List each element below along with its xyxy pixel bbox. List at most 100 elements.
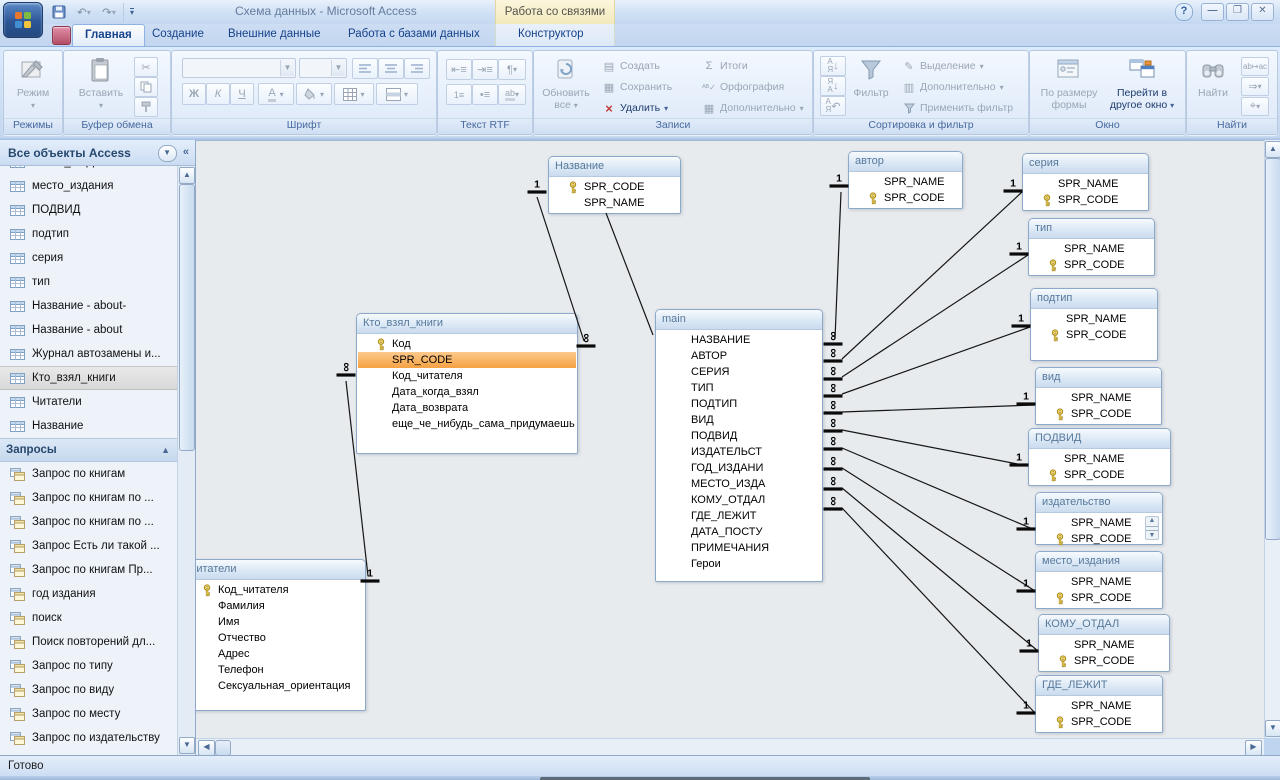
field-row-Фамилия[interactable]: Фамилия — [196, 598, 364, 614]
navigation-pane-header[interactable]: Все объекты Access ▼ « — [0, 140, 195, 166]
nav-item-table[interactable]: КОМУ_ОТДАЛ — [0, 166, 178, 174]
nav-item-table[interactable]: Читатели — [0, 390, 178, 414]
nav-menu-dropdown-icon[interactable]: ▼ — [158, 145, 177, 162]
field-row-ТИП[interactable]: ТИП — [657, 380, 821, 396]
nav-item-table[interactable]: ПОДВИД — [0, 198, 178, 222]
nav-scrollbar[interactable]: ▲ ▼ — [177, 166, 195, 755]
field-row-SPR_NAME[interactable]: SPR_NAME — [1037, 574, 1161, 590]
field-row-SPR_CODE[interactable]: SPR_CODE — [1037, 406, 1160, 422]
diagram-table-Кто_взял_книги[interactable]: Кто_взял_книгиКодSPR_CODEКод_читателяДат… — [356, 313, 578, 454]
minimize-button[interactable]: — — [1201, 3, 1224, 21]
field-row-SPR_CODE[interactable]: SPR_CODE — [550, 179, 679, 195]
selection-button[interactable]: ✎Выделение▾ — [902, 57, 984, 75]
field-scroll-down-icon[interactable]: ▼ — [1146, 532, 1158, 539]
size-to-fit-form-button[interactable]: По размеру формы — [1038, 55, 1100, 111]
field-row-Телефон[interactable]: Телефон — [196, 662, 364, 678]
switch-windows-button[interactable]: Перейти в другое окно ▾ — [1108, 55, 1176, 111]
totals-button[interactable]: ΣИтоги — [702, 57, 748, 75]
diagram-table-Название[interactable]: НазваниеSPR_CODESPR_NAME — [548, 156, 681, 214]
nav-section-queries[interactable]: Запросы▲ — [0, 438, 178, 462]
field-row-SPR_NAME[interactable]: SPR_NAME — [1024, 176, 1147, 192]
diagram-table-title[interactable]: ПОДВИД — [1029, 429, 1170, 449]
nav-item-table[interactable]: Название — [0, 414, 178, 438]
more-records-button[interactable]: ▦Дополнительно▾ — [702, 99, 804, 117]
nav-item-query[interactable]: Запрос по типу — [0, 654, 178, 678]
field-row-ДАТА_ПОСТУ[interactable]: ДАТА_ПОСТУ — [657, 524, 821, 540]
field-row-Имя[interactable]: Имя — [196, 614, 364, 630]
field-row-SPR_NAME[interactable]: SPR_NAME — [550, 195, 679, 211]
view-button[interactable]: Режим▾ — [8, 55, 58, 111]
sort-ascending-button[interactable]: АЯ↓ — [820, 56, 846, 76]
diagram-table-серия[interactable]: серияSPR_NAMESPR_CODE — [1022, 153, 1149, 211]
undo-button[interactable]: ↶▾ — [73, 3, 95, 22]
diagram-table-издательство[interactable]: издательствоSPR_NAMESPR_CODE▲▼ — [1035, 492, 1163, 545]
field-row-ГДЕ_ЛЕЖИТ[interactable]: ГДЕ_ЛЕЖИТ — [657, 508, 821, 524]
canvas-scroll-left-icon[interactable]: ◀ — [198, 740, 215, 756]
field-row-SPR_NAME[interactable]: SPR_NAME — [1030, 451, 1169, 467]
field-row-Код_читателя[interactable]: Код_читателя — [358, 368, 576, 384]
field-row-SPR_CODE[interactable]: SPR_CODE — [1030, 257, 1153, 273]
field-row-Дата_возврата[interactable]: Дата_возврата — [358, 400, 576, 416]
nav-scroll-thumb[interactable] — [179, 184, 195, 451]
diagram-table-title[interactable]: серия — [1023, 154, 1148, 174]
nav-item-table[interactable]: место_издания — [0, 174, 178, 198]
canvas-vscroll-thumb[interactable] — [1265, 158, 1280, 540]
sort-descending-button[interactable]: ЯА↓ — [820, 76, 846, 96]
gridlines-button[interactable]: ▾ — [334, 83, 374, 105]
nav-item-query[interactable]: год издания — [0, 582, 178, 606]
increase-indent-button[interactable]: ⇥≡ — [472, 59, 498, 80]
nav-scroll-down-icon[interactable]: ▼ — [179, 737, 195, 754]
field-row-Дата_когда_взял[interactable]: Дата_когда_взял — [358, 384, 576, 400]
nav-item-query[interactable]: Запрос по книгам Пр... — [0, 558, 178, 582]
text-highlight-button[interactable]: ab▾ — [498, 84, 526, 105]
alternate-row-color-button[interactable]: ▾ — [376, 83, 418, 105]
copy-button[interactable] — [134, 77, 158, 97]
field-row-SPR_NAME[interactable]: SPR_NAME — [1030, 241, 1153, 257]
clear-sort-button[interactable]: АЯ↶ — [820, 96, 846, 116]
italic-button[interactable]: К — [206, 83, 230, 105]
field-row-Код_читателя[interactable]: Код_читателя — [196, 582, 364, 598]
tab-create[interactable]: Создание — [140, 24, 216, 45]
diagram-table-main[interactable]: mainНАЗВАНИЕАВТОРСЕРИЯТИППОДТИПВИДПОДВИД… — [655, 309, 823, 582]
nav-item-table[interactable]: Журнал автозамены и... — [0, 342, 178, 366]
new-record-button[interactable]: ▤Создать — [602, 57, 660, 75]
canvas-vertical-scrollbar[interactable]: ▲ ▼ — [1264, 140, 1280, 738]
format-painter-button[interactable] — [134, 97, 158, 117]
field-row-SPR_NAME[interactable]: SPR_NAME — [1037, 390, 1160, 406]
bullet-list-button[interactable]: •≡ — [472, 84, 498, 105]
diagram-table-title[interactable]: КОМУ_ОТДАЛ — [1039, 615, 1169, 635]
field-row-SPR_NAME[interactable]: SPR_NAME — [1037, 698, 1161, 714]
field-row-Адрес[interactable]: Адрес — [196, 646, 364, 662]
refresh-all-button[interactable]: Обновить все ▾ — [539, 55, 593, 111]
nav-item-table[interactable]: тип — [0, 270, 178, 294]
nav-item-table[interactable]: подтип — [0, 222, 178, 246]
diagram-table-Читатели[interactable]: ЧитателиКод_читателяФамилияИмяОтчествоАд… — [196, 559, 366, 711]
diagram-table-title[interactable]: издательство — [1036, 493, 1162, 513]
diagram-table-title[interactable]: место_издания — [1036, 552, 1162, 572]
relationships-canvas[interactable]: НазваниеSPR_CODESPR_NAMEавторSPR_NAMESPR… — [196, 140, 1264, 738]
font-name-combobox[interactable]: ▼ — [182, 58, 296, 78]
canvas-scroll-up-icon[interactable]: ▲ — [1265, 141, 1280, 158]
replace-button[interactable]: ab↦ac — [1241, 57, 1269, 76]
diagram-table-тип[interactable]: тип SPR_NAMESPR_CODE — [1028, 218, 1155, 276]
nav-scroll-up-icon[interactable]: ▲ — [179, 167, 195, 184]
cut-button[interactable]: ✂ — [134, 57, 158, 77]
office-button[interactable] — [3, 2, 43, 38]
field-row-SPR_CODE[interactable]: SPR_CODE — [1032, 327, 1156, 343]
field-row-НАЗВАНИЕ[interactable]: НАЗВАНИЕ — [657, 332, 821, 348]
field-row-ПОДТИП[interactable]: ПОДТИП — [657, 396, 821, 412]
field-row-SPR_CODE[interactable]: SPR_CODE — [1030, 467, 1169, 483]
align-center-button[interactable] — [378, 58, 404, 79]
field-row-SPR_CODE[interactable]: SPR_CODE — [358, 352, 576, 368]
field-row-МЕСТО_ИЗДА[interactable]: МЕСТО_ИЗДА — [657, 476, 821, 492]
diagram-table-title[interactable]: вид — [1036, 368, 1161, 388]
delete-record-button[interactable]: ×Удалить▾ — [602, 99, 668, 117]
field-row-Отчество[interactable]: Отчество — [196, 630, 364, 646]
diagram-table-title[interactable]: тип — [1029, 219, 1154, 239]
field-row-Герои[interactable]: Герои — [657, 556, 821, 572]
find-button[interactable]: Найти — [1191, 55, 1235, 100]
canvas-scroll-down-icon[interactable]: ▼ — [1265, 720, 1280, 737]
font-color-button[interactable]: А▾ — [258, 83, 294, 105]
align-right-button[interactable] — [404, 58, 430, 79]
field-row-КОМУ_ОТДАЛ[interactable]: КОМУ_ОТДАЛ — [657, 492, 821, 508]
